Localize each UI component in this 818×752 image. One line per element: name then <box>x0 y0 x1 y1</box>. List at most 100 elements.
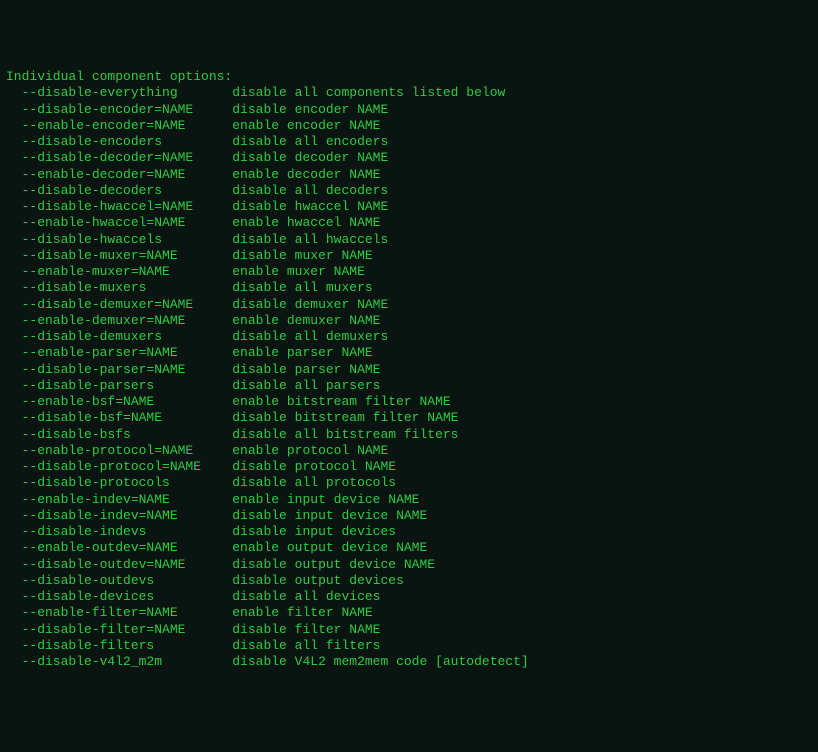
option-description: disable all demuxers <box>232 329 388 344</box>
section-header: Individual component options: <box>6 69 812 85</box>
option-description: disable input devices <box>232 524 396 539</box>
option-description: enable hwaccel NAME <box>232 215 380 230</box>
option-row: --disable-outdev=NAME disable output dev… <box>6 557 812 573</box>
option-flag: --enable-encoder=NAME <box>6 118 232 134</box>
option-row: --disable-indevs disable input devices <box>6 524 812 540</box>
terminal-output: Individual component options: --disable-… <box>6 69 812 670</box>
option-row: --disable-encoder=NAME disable encoder N… <box>6 102 812 118</box>
option-row: --disable-parser=NAME disable parser NAM… <box>6 362 812 378</box>
option-flag: --enable-demuxer=NAME <box>6 313 232 329</box>
option-description: disable filter NAME <box>232 622 380 637</box>
option-row: --disable-protocol=NAME disable protocol… <box>6 459 812 475</box>
option-flag: --disable-encoder=NAME <box>6 102 232 118</box>
option-description: enable input device NAME <box>232 492 419 507</box>
option-flag: --disable-muxer=NAME <box>6 248 232 264</box>
option-flag: --disable-bsf=NAME <box>6 410 232 426</box>
option-flag: --disable-parser=NAME <box>6 362 232 378</box>
option-description: enable demuxer NAME <box>232 313 380 328</box>
option-row: --enable-filter=NAME enable filter NAME <box>6 605 812 621</box>
option-flag: --enable-hwaccel=NAME <box>6 215 232 231</box>
option-description: enable output device NAME <box>232 540 427 555</box>
option-description: disable demuxer NAME <box>232 297 388 312</box>
option-row: --disable-everything disable all compone… <box>6 85 812 101</box>
option-row: --disable-v4l2_m2m disable V4L2 mem2mem … <box>6 654 812 670</box>
option-description: enable muxer NAME <box>232 264 365 279</box>
option-description: disable all filters <box>232 638 380 653</box>
option-row: --enable-indev=NAME enable input device … <box>6 492 812 508</box>
option-flag: --disable-encoders <box>6 134 232 150</box>
option-description: disable all protocols <box>232 475 396 490</box>
option-flag: --enable-outdev=NAME <box>6 540 232 556</box>
option-flag: --disable-devices <box>6 589 232 605</box>
option-description: disable V4L2 mem2mem code [autodetect] <box>232 654 528 669</box>
option-description: disable all hwaccels <box>232 232 388 247</box>
option-flag: --disable-decoder=NAME <box>6 150 232 166</box>
option-description: enable parser NAME <box>232 345 372 360</box>
option-flag: --disable-hwaccel=NAME <box>6 199 232 215</box>
option-flag: --disable-parsers <box>6 378 232 394</box>
option-row: --disable-decoders disable all decoders <box>6 183 812 199</box>
option-description: disable all bitstream filters <box>232 427 458 442</box>
option-row: --disable-filters disable all filters <box>6 638 812 654</box>
option-flag: --disable-outdevs <box>6 573 232 589</box>
option-row: --disable-bsfs disable all bitstream fil… <box>6 427 812 443</box>
option-description: disable all encoders <box>232 134 388 149</box>
option-description: disable output device NAME <box>232 557 435 572</box>
option-row: --disable-demuxers disable all demuxers <box>6 329 812 345</box>
option-flag: --disable-protocol=NAME <box>6 459 232 475</box>
option-row: --enable-demuxer=NAME enable demuxer NAM… <box>6 313 812 329</box>
option-flag: --disable-muxers <box>6 280 232 296</box>
option-row: --disable-muxers disable all muxers <box>6 280 812 296</box>
option-description: disable input device NAME <box>232 508 427 523</box>
option-description: disable parser NAME <box>232 362 380 377</box>
option-flag: --enable-protocol=NAME <box>6 443 232 459</box>
option-row: --disable-hwaccel=NAME disable hwaccel N… <box>6 199 812 215</box>
option-description: disable hwaccel NAME <box>232 199 388 214</box>
option-flag: --disable-demuxers <box>6 329 232 345</box>
option-row: --enable-protocol=NAME enable protocol N… <box>6 443 812 459</box>
option-flag: --disable-filter=NAME <box>6 622 232 638</box>
option-flag: --disable-bsfs <box>6 427 232 443</box>
option-row: --disable-outdevs disable output devices <box>6 573 812 589</box>
option-flag: --disable-v4l2_m2m <box>6 654 232 670</box>
option-flag: --enable-decoder=NAME <box>6 167 232 183</box>
option-description: disable encoder NAME <box>232 102 388 117</box>
option-row: --enable-parser=NAME enable parser NAME <box>6 345 812 361</box>
option-description: enable encoder NAME <box>232 118 380 133</box>
option-flag: --disable-protocols <box>6 475 232 491</box>
option-flag: --enable-muxer=NAME <box>6 264 232 280</box>
option-row: --disable-parsers disable all parsers <box>6 378 812 394</box>
option-description: disable all decoders <box>232 183 388 198</box>
option-flag: --disable-outdev=NAME <box>6 557 232 573</box>
option-row: --disable-filter=NAME disable filter NAM… <box>6 622 812 638</box>
option-description: disable protocol NAME <box>232 459 396 474</box>
option-row: --enable-bsf=NAME enable bitstream filte… <box>6 394 812 410</box>
option-row: --enable-outdev=NAME enable output devic… <box>6 540 812 556</box>
option-description: enable filter NAME <box>232 605 372 620</box>
option-description: disable decoder NAME <box>232 150 388 165</box>
option-flag: --disable-indevs <box>6 524 232 540</box>
option-flag: --enable-indev=NAME <box>6 492 232 508</box>
option-description: disable all muxers <box>232 280 372 295</box>
option-row: --disable-demuxer=NAME disable demuxer N… <box>6 297 812 313</box>
option-description: disable muxer NAME <box>232 248 372 263</box>
option-flag: --disable-filters <box>6 638 232 654</box>
option-row: --enable-muxer=NAME enable muxer NAME <box>6 264 812 280</box>
option-description: disable all parsers <box>232 378 380 393</box>
option-description: disable all devices <box>232 589 380 604</box>
option-description: enable decoder NAME <box>232 167 380 182</box>
option-description: enable protocol NAME <box>232 443 388 458</box>
option-row: --disable-devices disable all devices <box>6 589 812 605</box>
option-flag: --disable-decoders <box>6 183 232 199</box>
option-flag: --disable-everything <box>6 85 232 101</box>
option-row: --disable-indev=NAME disable input devic… <box>6 508 812 524</box>
option-row: --disable-hwaccels disable all hwaccels <box>6 232 812 248</box>
option-row: --disable-encoders disable all encoders <box>6 134 812 150</box>
option-description: enable bitstream filter NAME <box>232 394 450 409</box>
option-row: --disable-bsf=NAME disable bitstream fil… <box>6 410 812 426</box>
option-flag: --disable-indev=NAME <box>6 508 232 524</box>
option-row: --enable-encoder=NAME enable encoder NAM… <box>6 118 812 134</box>
option-row: --disable-muxer=NAME disable muxer NAME <box>6 248 812 264</box>
option-description: disable output devices <box>232 573 404 588</box>
option-flag: --enable-bsf=NAME <box>6 394 232 410</box>
